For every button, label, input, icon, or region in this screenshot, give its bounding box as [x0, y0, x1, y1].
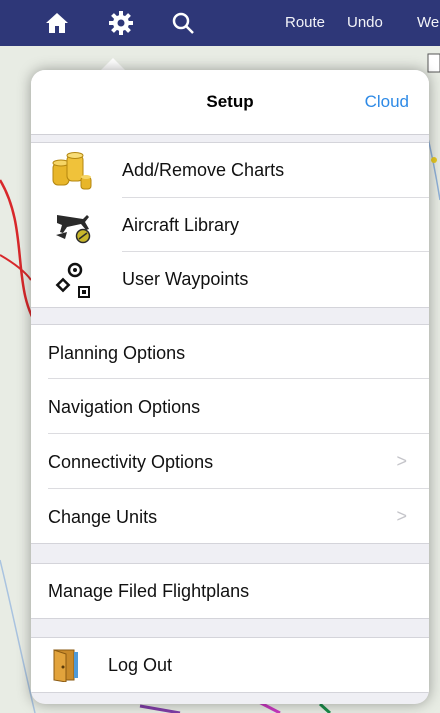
search-icon[interactable]	[168, 8, 198, 38]
planning-options-label: Planning Options	[48, 343, 186, 363]
setup-header: Setup Cloud	[31, 70, 429, 135]
aircraft-icon	[53, 205, 93, 250]
home-icon[interactable]	[42, 8, 72, 38]
user-waypoints-label: User Waypoints	[122, 269, 249, 289]
top-toolbar: Route Undo We	[0, 0, 440, 46]
chevron-right-icon: >	[396, 506, 407, 526]
add-remove-charts-label: Add/Remove Charts	[122, 160, 285, 180]
exit-door-icon	[50, 648, 80, 687]
change-units-row[interactable]: Change Units >	[31, 489, 429, 543]
manage-filed-flightplans-row[interactable]: Manage Filed Flightplans	[31, 564, 429, 618]
cloud-button[interactable]: Cloud	[365, 92, 409, 112]
navigation-options-row[interactable]: Navigation Options	[31, 379, 429, 434]
manage-filed-flightplans-label: Manage Filed Flightplans	[48, 581, 250, 601]
user-waypoints-row[interactable]: User Waypoints	[31, 252, 429, 307]
connectivity-options-row[interactable]: Connectivity Options >	[31, 434, 429, 489]
gold-coins-icon	[51, 151, 93, 196]
options-group: Planning Options Navigation Options Conn…	[31, 324, 429, 544]
log-out-label: Log Out	[108, 655, 173, 675]
gear-icon[interactable]	[106, 8, 136, 38]
chevron-right-icon: >	[396, 451, 407, 471]
undo-button[interactable]: Undo	[347, 14, 383, 31]
partial-toolbar-button[interactable]: We	[417, 14, 439, 31]
logout-group: Log Out	[31, 637, 429, 693]
change-units-label: Change Units	[48, 507, 158, 527]
waypoints-icon	[53, 261, 93, 306]
charts-group: Add/Remove Charts Aircraft Library User …	[31, 142, 429, 308]
navigation-options-label: Navigation Options	[48, 397, 201, 417]
log-out-row[interactable]: Log Out	[31, 638, 429, 692]
planning-options-row[interactable]: Planning Options	[31, 325, 429, 379]
setup-popover: Setup Cloud Add/Remove Charts Aircraft L…	[31, 70, 429, 704]
aircraft-library-label: Aircraft Library	[122, 215, 240, 235]
route-button[interactable]: Route	[285, 14, 325, 31]
add-remove-charts-row[interactable]: Add/Remove Charts	[31, 143, 429, 198]
flightplans-group: Manage Filed Flightplans	[31, 563, 429, 619]
aircraft-library-row[interactable]: Aircraft Library	[31, 198, 429, 252]
connectivity-options-label: Connectivity Options	[48, 452, 214, 472]
